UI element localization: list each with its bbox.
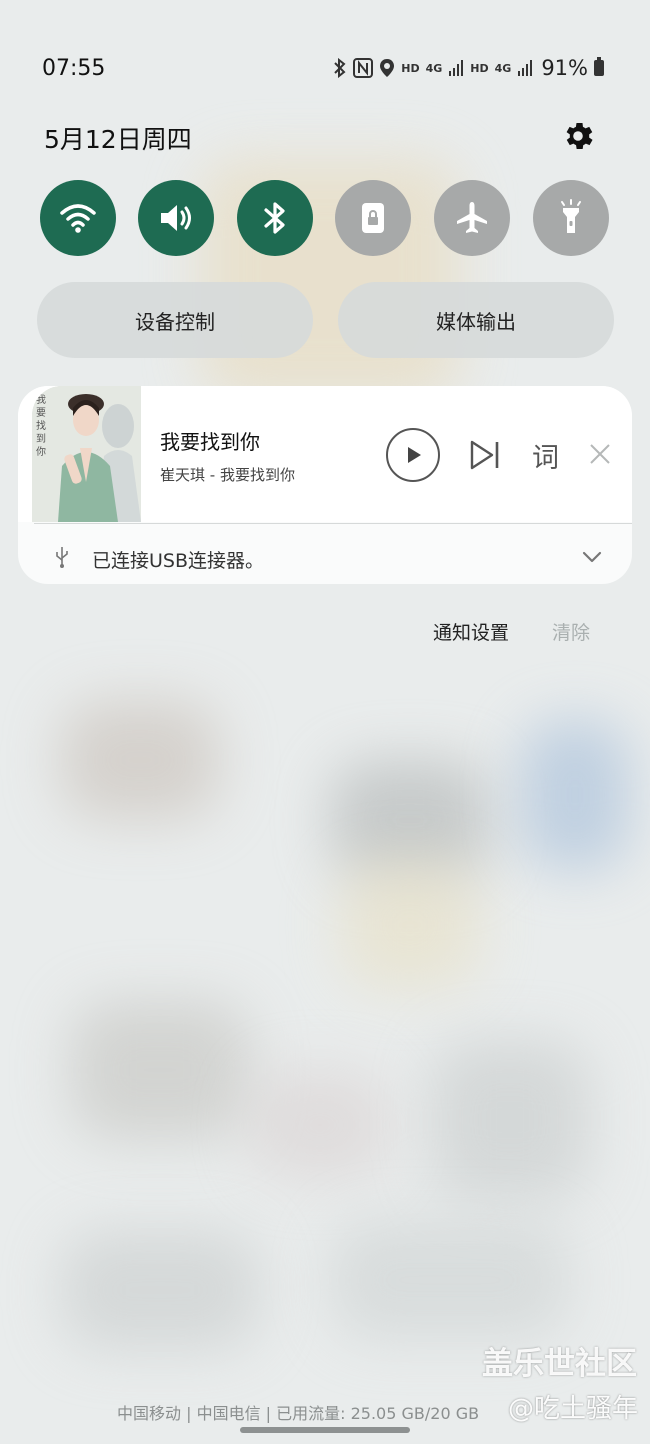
album-art-caption: 我要找到你: [36, 395, 46, 458]
watermark-brand: 盖乐世社区: [482, 1346, 637, 1382]
media-output-label: 媒体输出: [436, 309, 516, 334]
watermark-user: @吃土骚年: [507, 1394, 638, 1424]
signal-icon-2: [518, 60, 533, 76]
chevron-down-icon[interactable]: [582, 550, 602, 564]
carrier-info: 中国移动 | 中国电信 | 已用流量: 25.05 GB/20 GB: [117, 1404, 480, 1423]
usb-icon: [56, 547, 68, 568]
device-control-button[interactable]: 设备控制: [37, 282, 313, 358]
play-button[interactable]: [386, 428, 440, 482]
4g-label-1: 4G: [425, 61, 443, 75]
song-artist: 崔天琪 - 我要找到你: [160, 466, 295, 484]
wifi-icon: [60, 204, 96, 233]
speaker-icon: [161, 205, 191, 231]
wifi-toggle[interactable]: [40, 180, 116, 256]
location-icon: [380, 59, 395, 77]
signal-icon-1: [449, 60, 464, 76]
song-title: 我要找到你: [160, 430, 260, 454]
divider: [34, 523, 632, 524]
album-art: 我要找到你: [32, 386, 141, 522]
quick-toggles: [40, 180, 610, 256]
airplane-mode-toggle[interactable]: [434, 180, 510, 256]
usb-notification-text[interactable]: 已连接USB连接器。: [92, 546, 264, 573]
hd-label-2: HD: [470, 61, 489, 75]
rotation-lock-icon: [362, 203, 384, 233]
sound-toggle[interactable]: [138, 180, 214, 256]
album-art-image: [32, 386, 141, 522]
lyrics-button[interactable]: 词: [532, 436, 559, 475]
rotation-lock-toggle[interactable]: [335, 180, 411, 256]
close-icon[interactable]: [588, 442, 612, 466]
play-icon: [408, 447, 421, 463]
bluetooth-status-icon: [334, 58, 346, 78]
media-player[interactable]: 我要找到你 我要找到你 崔天琪 - 我要找到你 词: [18, 386, 632, 522]
date-label: 5月12日周四: [44, 125, 192, 154]
nfc-icon: [353, 58, 374, 78]
4g-label-2: 4G: [494, 61, 512, 75]
media-output-button[interactable]: 媒体输出: [338, 282, 614, 358]
status-time: 07:55: [42, 56, 106, 81]
airplane-icon: [457, 202, 487, 233]
battery-percent: 91%: [541, 56, 588, 80]
notification-card: 我要找到你 我要找到你 崔天琪 - 我要找到你 词 已连接USB连接器。: [18, 386, 632, 584]
status-bar: 07:55 HD 4G HD 4G 91%: [0, 52, 650, 88]
settings-gear-icon[interactable]: [560, 118, 596, 154]
home-indicator[interactable]: [240, 1427, 410, 1433]
hd-label-1: HD: [401, 61, 420, 75]
battery-icon: [594, 57, 604, 76]
status-icons: HD 4G HD 4G 91%: [333, 56, 604, 80]
device-control-label: 设备控制: [135, 309, 215, 334]
clear-button[interactable]: 清除: [552, 618, 590, 645]
bluetooth-icon: [264, 202, 285, 234]
bluetooth-toggle[interactable]: [237, 180, 313, 256]
next-track-icon[interactable]: [468, 438, 502, 472]
flashlight-toggle[interactable]: [533, 180, 609, 256]
flashlight-icon: [561, 199, 581, 233]
notification-settings-button[interactable]: 通知设置: [433, 618, 509, 645]
